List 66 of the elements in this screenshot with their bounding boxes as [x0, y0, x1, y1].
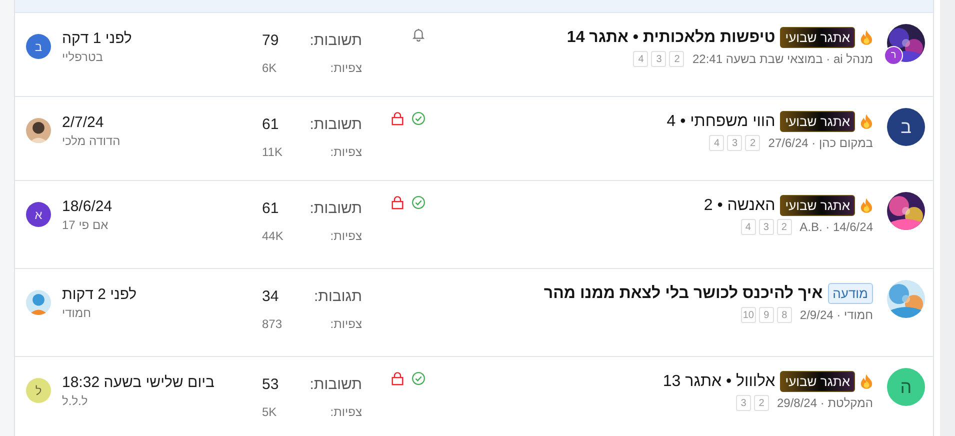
views-label: צפיות: [330, 405, 362, 419]
thread-tag[interactable]: אתגר שבועי [780, 371, 855, 392]
last-post-user[interactable]: אם פי 17 [62, 218, 108, 232]
replies-count: 61 [262, 116, 279, 133]
replies-label: תשובות: [310, 200, 362, 217]
thread-title[interactable]: טיפשות מלאכותית • אתגר 14 [566, 28, 776, 46]
thread-title[interactable]: הווי משפחתי • 4 [666, 112, 776, 130]
last-post-time[interactable]: לפני 2 דקות [62, 286, 137, 303]
page-link[interactable]: 4 [709, 135, 724, 151]
replies-count: 53 [262, 376, 279, 393]
thread-title[interactable]: איך להיכנס לכושר בלי לצאת ממנו מהר [544, 284, 823, 302]
views-label: צפיות: [330, 145, 362, 159]
replies-label: תשובות: [310, 376, 362, 393]
page-link[interactable]: 9 [758, 307, 774, 323]
views-count: 11K [262, 145, 282, 159]
replies-count: 79 [262, 32, 279, 49]
last-post-user[interactable]: הדודה מלכי [62, 134, 120, 148]
page-link[interactable]: 2 [776, 219, 792, 235]
last-post-time[interactable]: 2/7/24 [62, 114, 104, 131]
user-avatar[interactable]: ב [887, 108, 925, 146]
user-avatar[interactable]: ל [26, 378, 51, 403]
page-link[interactable]: 2 [745, 135, 760, 151]
views-count: 6K [262, 61, 277, 75]
last-post-user[interactable]: חמודי [62, 306, 92, 320]
views-count: 5K [262, 405, 277, 419]
page-link[interactable]: 10 [740, 307, 756, 323]
user-avatar[interactable]: ב [26, 34, 51, 59]
replies-label: תשובות: [310, 32, 362, 49]
thread-meta: במקום כהן · 27/6/24 [768, 136, 873, 150]
replies-label: תשובות: [310, 116, 362, 133]
thread-meta: מנהל ai · במוצאי שבת בשעה 22:41 [692, 52, 873, 66]
page-link[interactable]: 4 [740, 219, 756, 235]
user-avatar[interactable]: א [26, 202, 51, 227]
views-count: 44K [262, 229, 284, 243]
page-link[interactable]: 3 [736, 395, 751, 411]
views-label: צפיות: [330, 229, 362, 243]
thread-tag[interactable]: מודעה [828, 283, 873, 304]
thread-meta: חמודי · 2/9/24 [800, 308, 873, 322]
page-link[interactable]: 4 [633, 51, 648, 67]
replies-count: 34 [262, 288, 279, 305]
thread-tag[interactable]: אתגר שבועי [780, 111, 855, 132]
page-link[interactable]: 2 [669, 51, 684, 67]
thread-meta: המקלטת · 29/8/24 [776, 396, 873, 410]
last-post-user[interactable]: ל.ל.ל [62, 394, 88, 408]
thread-meta: A.B. · 14/6/24 [800, 220, 873, 234]
views-label: צפיות: [330, 61, 362, 75]
views-label: צפיות: [330, 317, 362, 331]
thread-title[interactable]: אלווול • אתגר 13 [662, 372, 776, 390]
thread-title[interactable]: האנשה • 2 [704, 196, 776, 214]
page-link[interactable]: 3 [651, 51, 666, 67]
last-post-time[interactable]: לפני 1 דקה [62, 30, 132, 47]
page-link[interactable]: 3 [727, 135, 742, 151]
views-count: 873 [262, 317, 282, 331]
replies-count: 61 [262, 200, 279, 217]
last-post-time[interactable]: 18/6/24 [62, 198, 112, 215]
bell-icon[interactable] [411, 27, 426, 42]
page-link[interactable]: 3 [758, 219, 774, 235]
replies-label: תגובות: [314, 288, 362, 305]
page-link[interactable]: 8 [776, 307, 792, 323]
user-avatar[interactable]: ה [887, 368, 925, 406]
thread-tag[interactable]: אתגר שבועי [780, 27, 855, 48]
thread-tag[interactable]: אתגר שבועי [780, 195, 855, 216]
last-post-user[interactable]: בטרפליי [62, 50, 103, 64]
user-badge: ר [884, 46, 903, 65]
last-post-time[interactable]: ביום שלישי בשעה 18:32 [62, 374, 214, 391]
page-link[interactable]: 2 [754, 395, 769, 411]
